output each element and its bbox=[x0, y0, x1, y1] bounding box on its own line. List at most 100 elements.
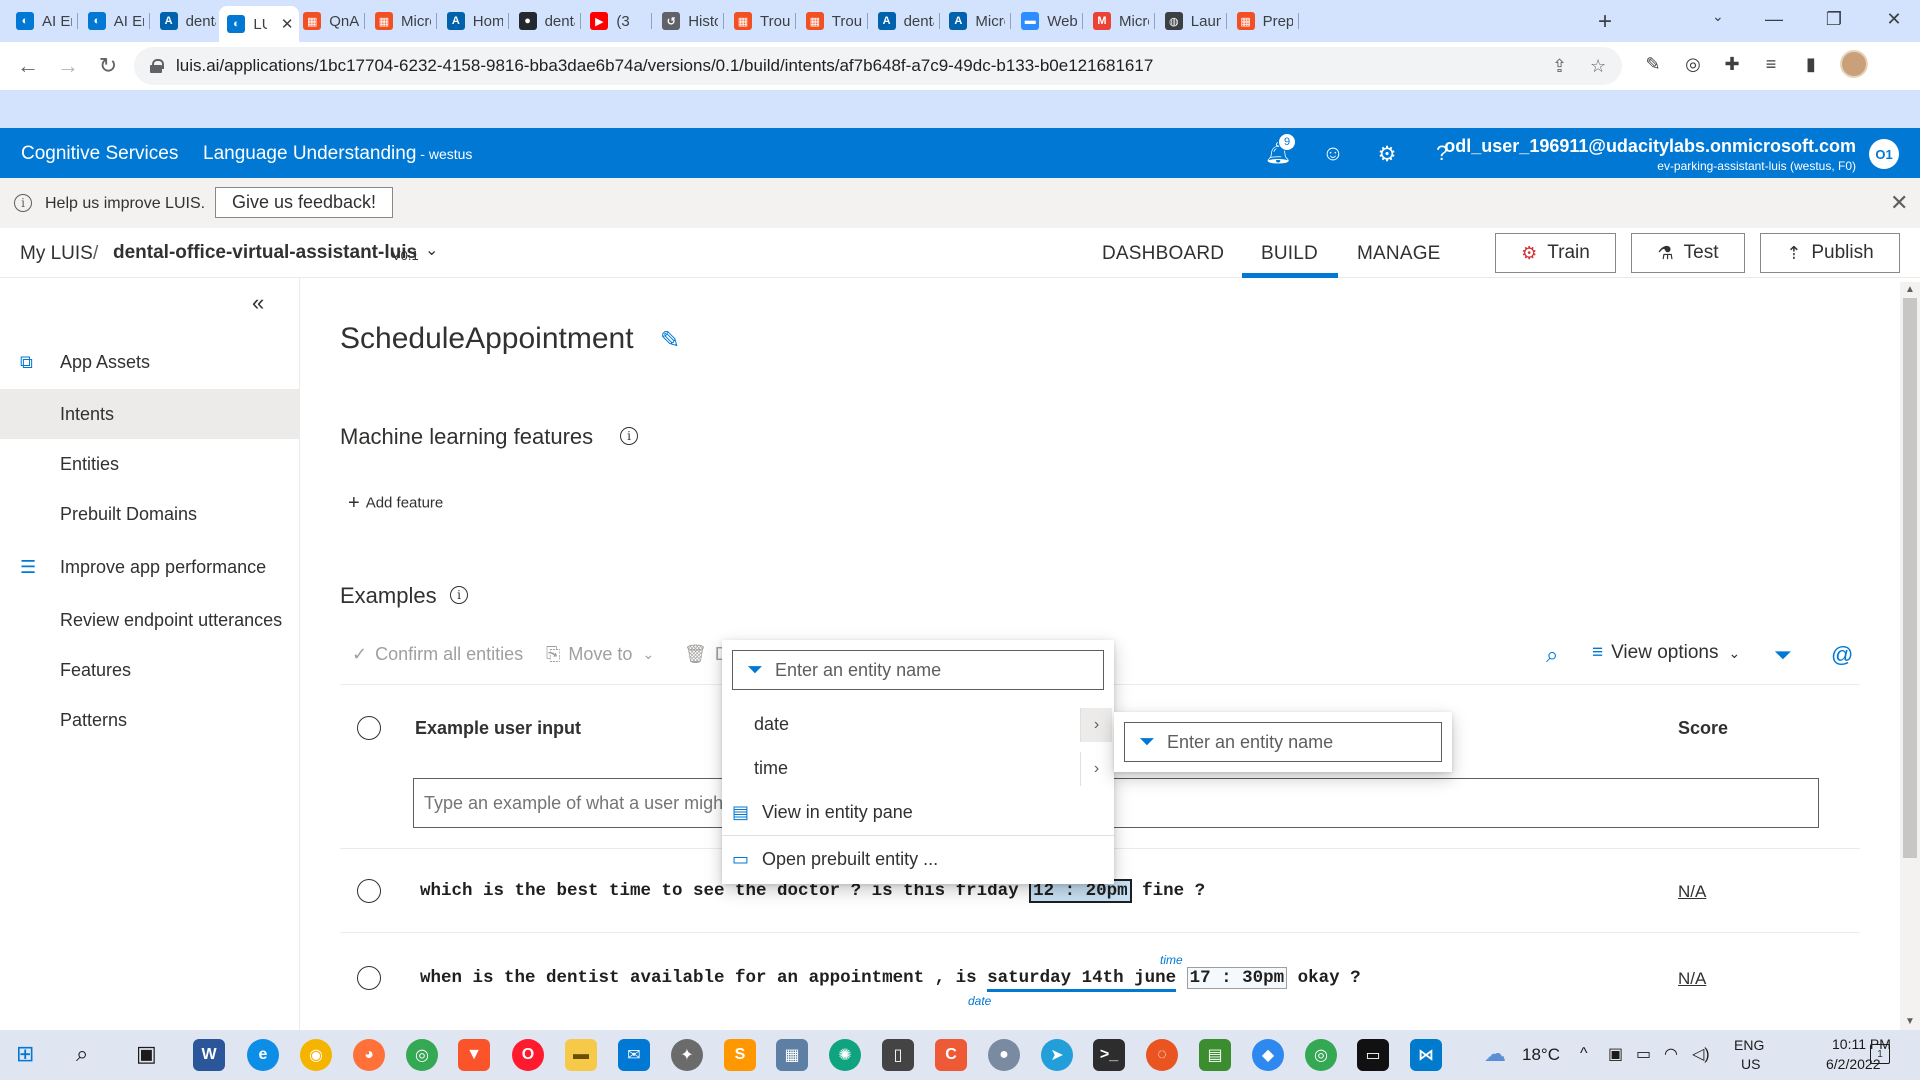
menu-item-time[interactable]: time › bbox=[722, 746, 1114, 790]
browser-tab[interactable]: ◐ LU ✕ bbox=[219, 6, 300, 42]
browser-tab[interactable]: ▦ Troub bbox=[726, 6, 796, 36]
sidebar-item-prebuilt-domains[interactable]: Prebuilt Domains bbox=[0, 489, 299, 539]
test-button[interactable]: ⚗ Test bbox=[1631, 233, 1745, 273]
edge-icon[interactable]: e bbox=[247, 1039, 279, 1071]
feedback-smiley-icon[interactable]: ☺ bbox=[1320, 141, 1346, 167]
browser-tab[interactable]: ▦ Micro bbox=[367, 6, 437, 36]
vscode-icon[interactable]: ⋈ bbox=[1410, 1039, 1442, 1071]
task-view-icon[interactable]: ▣ bbox=[136, 1041, 157, 1067]
entity-label-time[interactable]: time bbox=[1160, 953, 1183, 967]
extension-icon[interactable]: ◎ bbox=[1680, 51, 1706, 77]
sidebar-item-app-assets[interactable]: ⧉ App Assets bbox=[0, 337, 299, 387]
confirm-all-entities-button[interactable]: ✓ Confirm all entities bbox=[352, 644, 523, 665]
ubuntu-icon[interactable]: ◌ bbox=[1146, 1039, 1178, 1071]
firefox-icon[interactable]: ◕ bbox=[353, 1039, 385, 1071]
filter-funnel-icon[interactable]: ⏷ bbox=[1774, 642, 1792, 668]
browser-tab[interactable]: ◐ AI En bbox=[8, 6, 78, 36]
remote-desktop-icon[interactable]: ◆ bbox=[1252, 1039, 1284, 1071]
file-explorer-icon[interactable]: ▬ bbox=[565, 1039, 597, 1071]
tab-manage[interactable]: MANAGE bbox=[1357, 243, 1441, 265]
window-close-icon[interactable]: ✕ bbox=[1874, 6, 1914, 32]
page-scrollbar[interactable]: ▲ ▼ bbox=[1900, 282, 1920, 1030]
scroll-down-icon[interactable]: ▼ bbox=[1905, 1016, 1915, 1027]
browser-tab[interactable]: ▦ Prepa bbox=[1229, 6, 1299, 36]
extensions-puzzle-icon[interactable]: ✚ bbox=[1719, 51, 1745, 77]
tab-close-icon[interactable]: ✕ bbox=[281, 15, 294, 33]
app-icon[interactable]: ◉ bbox=[300, 1039, 332, 1071]
language-indicator[interactable]: ENG bbox=[1734, 1037, 1764, 1053]
score-link[interactable]: N/A bbox=[1678, 969, 1706, 989]
search-icon[interactable]: ⌕ bbox=[1546, 642, 1558, 668]
chevron-right-icon[interactable]: › bbox=[1080, 708, 1112, 742]
tab-dashboard[interactable]: DASHBOARD bbox=[1102, 243, 1224, 265]
region-indicator[interactable]: US bbox=[1741, 1056, 1760, 1072]
version-chevron-down-icon[interactable]: ⌄ bbox=[425, 240, 438, 260]
bookmark-star-icon[interactable]: ☆ bbox=[1590, 56, 1606, 77]
eyedropper-extension-icon[interactable]: ✎ bbox=[1640, 51, 1666, 77]
train-button[interactable]: ⚙ Train bbox=[1495, 233, 1616, 273]
sidebar-item-entities[interactable]: Entities bbox=[0, 439, 299, 489]
new-tab-button[interactable]: + bbox=[1598, 8, 1612, 36]
browser-tab[interactable]: ◍ Launc bbox=[1157, 6, 1227, 36]
minimize-icon[interactable]: — bbox=[1754, 6, 1794, 32]
sidebar-item-intents[interactable]: Intents bbox=[0, 389, 299, 439]
entity-token-date[interactable]: saturday 14th june bbox=[987, 968, 1177, 992]
browser-tab[interactable]: ▶ (3 bbox=[582, 6, 653, 36]
tab-build[interactable]: BUILD bbox=[1261, 243, 1318, 265]
brave-icon[interactable]: ▼ bbox=[458, 1039, 490, 1071]
side-panel-icon[interactable]: ▮ bbox=[1798, 51, 1824, 77]
chrome-icon[interactable]: ◎ bbox=[406, 1039, 438, 1071]
address-bar[interactable]: luis.ai/applications/1bc17704-6232-4158-… bbox=[134, 47, 1622, 85]
add-feature-button[interactable]: + Add feature bbox=[348, 492, 443, 515]
weather-cloud-icon[interactable]: ☁ bbox=[1484, 1041, 1506, 1067]
publish-button[interactable]: ⇡ Publish bbox=[1760, 233, 1900, 273]
tab-search-chevron-icon[interactable]: ⌄ bbox=[1712, 8, 1724, 25]
chevron-right-icon[interactable]: › bbox=[1080, 752, 1112, 786]
entity-label-date[interactable]: date bbox=[968, 994, 991, 1008]
browser-tab[interactable]: ▦ Troub bbox=[798, 6, 868, 36]
language-understanding-link[interactable]: Language Understanding - westus bbox=[203, 143, 472, 165]
app-icon[interactable]: C bbox=[935, 1039, 967, 1071]
sidebar-item-patterns[interactable]: Patterns bbox=[0, 695, 299, 745]
chrome-icon[interactable]: ◎ bbox=[1305, 1039, 1337, 1071]
cognitive-services-link[interactable]: Cognitive Services bbox=[21, 143, 178, 165]
profile-avatar[interactable] bbox=[1840, 50, 1868, 78]
chatgpt-icon[interactable]: ✺ bbox=[829, 1039, 861, 1071]
utterance-row[interactable]: when is the dentist available for an app… bbox=[420, 967, 1361, 992]
scrollbar-thumb[interactable] bbox=[1903, 298, 1917, 858]
scroll-up-icon[interactable]: ▲ bbox=[1905, 284, 1915, 295]
browser-tab[interactable]: ● denta bbox=[511, 6, 581, 36]
entity-token-time[interactable]: 17 : 30pm bbox=[1186, 967, 1288, 989]
url-text[interactable]: luis.ai/applications/1bc17704-6232-4158-… bbox=[176, 56, 1153, 76]
volume-icon[interactable]: ◁) bbox=[1692, 1044, 1710, 1064]
notification-center-icon[interactable]: 1 bbox=[1870, 1044, 1890, 1064]
close-icon[interactable]: ✕ bbox=[1890, 190, 1908, 216]
browser-tab[interactable]: M Micro bbox=[1085, 6, 1155, 36]
info-icon[interactable]: i bbox=[450, 586, 468, 604]
edit-pencil-icon[interactable]: ✎ bbox=[660, 326, 680, 355]
entity-at-icon[interactable]: @ bbox=[1831, 642, 1853, 668]
battery-icon[interactable]: ▭ bbox=[1636, 1044, 1651, 1064]
book-icon[interactable]: ▯ bbox=[882, 1039, 914, 1071]
user-email[interactable]: odl_user_196911@udacitylabs.onmicrosoft.… bbox=[1444, 136, 1856, 157]
mail-icon[interactable]: ✉ bbox=[618, 1039, 650, 1071]
submenu-filter-input[interactable]: ⏷ Enter an entity name bbox=[1124, 722, 1442, 762]
utterance-input[interactable] bbox=[413, 778, 1819, 828]
select-all-radio[interactable] bbox=[357, 716, 381, 740]
calculator-icon[interactable]: ▦ bbox=[776, 1039, 808, 1071]
back-arrow-icon[interactable]: ← bbox=[14, 52, 42, 80]
row-select-radio[interactable] bbox=[357, 879, 381, 903]
info-icon[interactable]: i bbox=[620, 427, 638, 445]
sublime-icon[interactable]: S bbox=[724, 1039, 756, 1071]
search-icon[interactable]: ⌕ bbox=[76, 1041, 88, 1067]
temperature[interactable]: 18°C bbox=[1522, 1045, 1560, 1065]
browser-tab[interactable]: ◐ AI En bbox=[80, 6, 150, 36]
reload-icon[interactable]: ↻ bbox=[94, 52, 122, 80]
user-avatar[interactable]: O1 bbox=[1869, 139, 1899, 169]
app-icon[interactable]: ● bbox=[988, 1039, 1020, 1071]
maximize-icon[interactable]: ❐ bbox=[1814, 6, 1854, 32]
score-link[interactable]: N/A bbox=[1678, 882, 1706, 902]
tray-app-icon[interactable]: ▣ bbox=[1608, 1044, 1623, 1064]
media-queue-icon[interactable]: ≡ bbox=[1758, 51, 1784, 77]
app-icon[interactable]: ✦ bbox=[671, 1039, 703, 1071]
